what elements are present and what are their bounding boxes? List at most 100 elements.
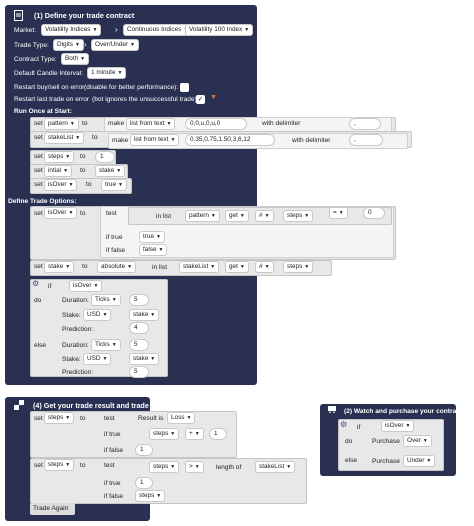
duration-unit-select[interactable]: Ticks ▼	[92, 295, 120, 305]
prediction-label: Prediction:	[62, 369, 94, 376]
submarket-select[interactable]: Continuous Indices▼	[124, 25, 192, 35]
compare-value-field[interactable]: 0	[364, 208, 384, 218]
purchase-over-select[interactable]: Over ▼	[404, 436, 431, 446]
test-keyword: test	[104, 462, 115, 469]
restart-last-label: Restart last trade on error	[14, 96, 90, 103]
market-select[interactable]: Volatility Indices ▼	[42, 25, 101, 35]
do-keyword: do	[34, 297, 42, 304]
get-select[interactable]: get ▼	[226, 262, 248, 272]
operator-select[interactable]: = ▼	[330, 208, 347, 218]
steps-var-select[interactable]: steps ▼	[45, 152, 74, 162]
flag-icon	[14, 400, 24, 412]
stakelist-select[interactable]: stakeList ▼	[256, 462, 295, 472]
steps-select[interactable]: steps ▼	[284, 262, 313, 272]
in-list-keyword: in list	[156, 213, 172, 220]
contract-type-select[interactable]: Both ▼	[62, 54, 89, 64]
intial-value-select[interactable]: stake ▼	[96, 166, 125, 176]
currency-select[interactable]: USD ▼	[84, 354, 111, 364]
index-type-select[interactable]: # ▼	[256, 211, 273, 221]
stakelist-text-field[interactable]: 0.35,0.75,1.50,3,6,12	[186, 135, 274, 145]
steps-var-select[interactable]: steps ▼	[45, 460, 74, 470]
math-function-select[interactable]: absolute ▼	[98, 262, 136, 272]
stake-var-select[interactable]: stake ▼	[45, 262, 74, 272]
do-keyword: do	[345, 438, 353, 445]
document-icon	[14, 10, 23, 23]
candle-interval-select[interactable]: 1 minute ▼	[88, 68, 126, 78]
symbol-select[interactable]: Volatility 100 Index ▼	[186, 25, 253, 35]
if-false-label: if false	[104, 493, 124, 500]
stake-value-select[interactable]: stake ▼	[130, 354, 159, 364]
isover-var-select[interactable]: isOver ▼	[45, 180, 77, 190]
if-keyword: if	[357, 424, 361, 431]
steps-select[interactable]: steps ▼	[136, 491, 165, 501]
prediction-label: Prediction:	[62, 326, 94, 333]
delimiter-field[interactable]: ,	[350, 119, 380, 129]
steps-value-field[interactable]: 1	[96, 152, 114, 162]
steps-select[interactable]: steps ▼	[284, 211, 313, 221]
else-keyword: else	[34, 342, 47, 349]
operator-select[interactable]: + ▼	[186, 429, 203, 439]
reset-value-field[interactable]: 1	[136, 445, 152, 455]
duration-value-field[interactable]: 5	[130, 295, 148, 305]
intial-var-select[interactable]: intial ▼	[45, 166, 72, 176]
purchase-under-select[interactable]: Under ▼	[404, 456, 435, 466]
to-keyword: to	[92, 134, 98, 141]
make-keyword: make	[108, 120, 125, 127]
pattern-text-field[interactable]: 0,0,u,0,u,0	[186, 119, 246, 129]
stakelist-var-select[interactable]: stakeList ▼	[45, 133, 84, 143]
restart-error-label: Restart buy/sell on error	[14, 84, 85, 91]
block-title: (4) Get your trade result and trade agai…	[33, 401, 170, 410]
duration-label: Duration:	[62, 297, 89, 304]
gear-icon[interactable]: ⚙	[340, 420, 347, 429]
operator-select[interactable]: > ▼	[186, 462, 203, 472]
pattern-select[interactable]: pattern ▼	[186, 211, 219, 221]
prediction-value-field[interactable]: 4	[130, 323, 148, 333]
duration-value-field[interactable]: 5	[130, 340, 148, 350]
cart-icon	[328, 406, 336, 415]
list-from-text-select[interactable]: list from text ▼	[127, 119, 175, 129]
stakelist-select[interactable]: stakeList ▼	[180, 262, 219, 272]
set-keyword: set	[34, 153, 43, 160]
if-keyword: if	[48, 283, 52, 290]
else-keyword: else	[345, 457, 358, 464]
pattern-var-select[interactable]: pattern ▼	[45, 119, 78, 129]
stake-label: Stake:	[62, 312, 81, 319]
trade-category-select[interactable]: Digits ▼	[54, 40, 83, 50]
to-keyword: to	[80, 415, 86, 422]
currency-select[interactable]: USD ▼	[84, 310, 111, 320]
true-select[interactable]: true ▼	[140, 232, 164, 242]
prediction-value-field[interactable]: 5	[130, 367, 148, 377]
to-keyword: to	[80, 462, 86, 469]
trade-again-button[interactable]: Trade Again	[30, 503, 75, 515]
restart-last-checkbox[interactable]: ✓	[196, 95, 205, 104]
index-type-select[interactable]: # ▼	[256, 262, 273, 272]
isover-var-select[interactable]: isOver ▼	[45, 208, 77, 218]
list-from-text-select[interactable]: list from text ▼	[131, 135, 179, 145]
steps-select[interactable]: steps ▼	[150, 429, 179, 439]
steps-select[interactable]: steps ▼	[150, 462, 179, 472]
if-true-label: if true	[106, 234, 123, 241]
duration-unit-select[interactable]: Ticks ▼	[92, 340, 120, 350]
restart-last-note: (bot ignores the unsuccessful trade):	[92, 96, 199, 103]
set-keyword: set	[34, 415, 43, 422]
trade-type-select[interactable]: Over/Under ▼	[92, 40, 138, 50]
set-keyword: set	[34, 134, 43, 141]
isover-select[interactable]: isOver ▼	[382, 421, 414, 431]
delimiter-field[interactable]: ,	[350, 135, 382, 145]
to-keyword: to	[80, 167, 86, 174]
stake-value-select[interactable]: stake ▼	[130, 310, 159, 320]
reset-value-field[interactable]: 1	[136, 478, 152, 488]
isover-select[interactable]: isOver ▼	[70, 281, 102, 291]
gear-icon[interactable]: ⚙	[32, 279, 39, 288]
false-select[interactable]: false ▼	[140, 245, 167, 255]
get-select[interactable]: get ▼	[226, 211, 248, 221]
restart-error-checkbox[interactable]	[180, 83, 189, 92]
length-of-label: length of	[216, 464, 242, 471]
isover-value-select[interactable]: true ▼	[102, 180, 126, 190]
increment-value-field[interactable]: 1	[210, 429, 226, 439]
set-keyword: set	[34, 120, 43, 127]
test-keyword: test	[104, 415, 115, 422]
result-select[interactable]: Loss ▼	[168, 413, 195, 423]
to-keyword: to	[80, 210, 86, 217]
steps-var-select[interactable]: steps ▼	[45, 413, 74, 423]
